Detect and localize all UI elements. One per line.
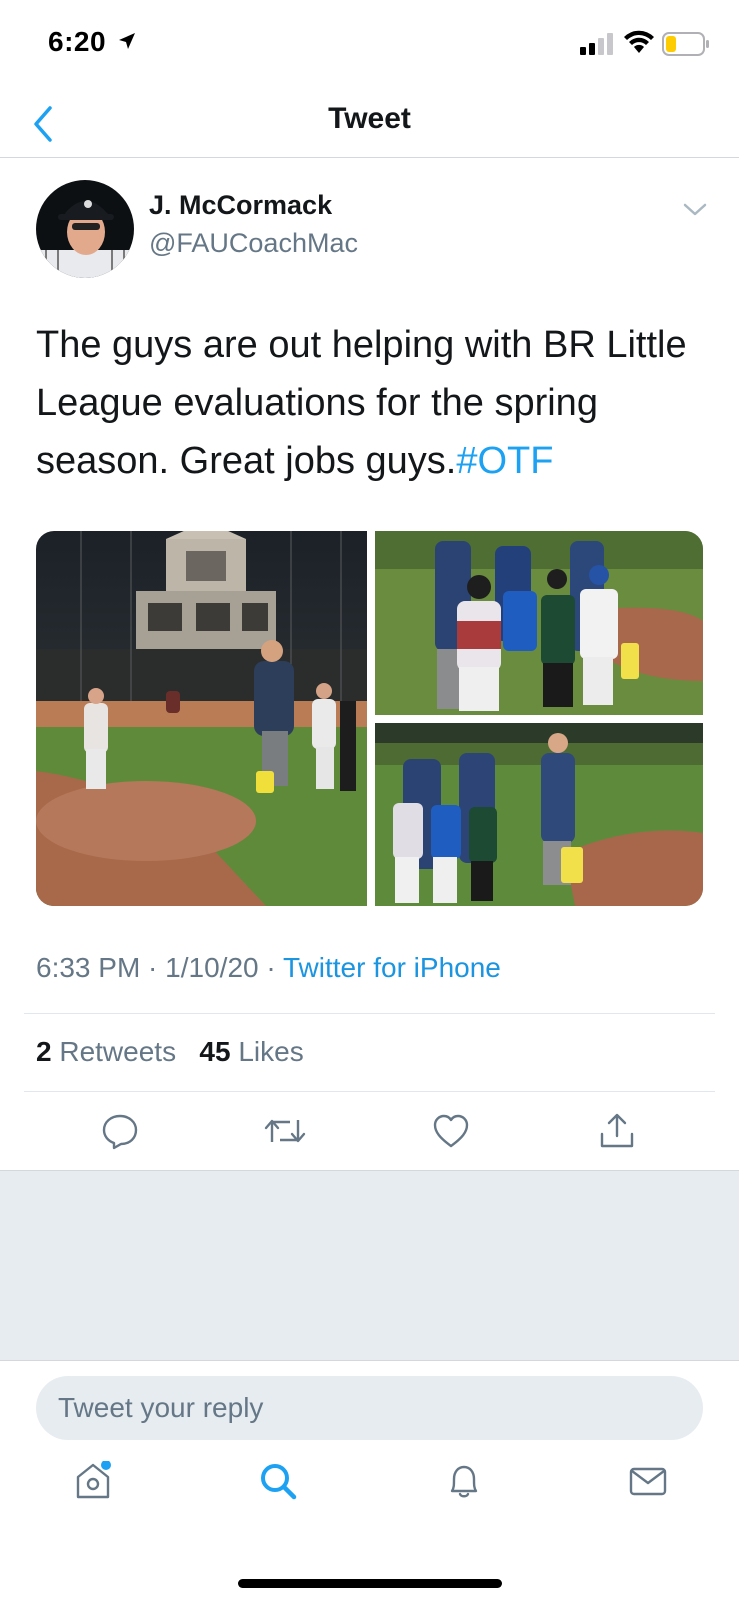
search-icon[interactable] (258, 1461, 298, 1501)
divider (24, 1091, 715, 1092)
author-display-name[interactable]: J. McCormack (149, 190, 332, 221)
home-icon[interactable] (73, 1461, 113, 1501)
likes-stat[interactable]: 45 Likes (199, 1036, 303, 1067)
chevron-down-icon[interactable] (683, 203, 707, 217)
meta-separator: · (140, 952, 166, 983)
media-grid (36, 531, 703, 906)
battery-icon (662, 32, 709, 56)
status-time: 6:20 (48, 26, 107, 57)
tweet-date: 1/10/20 (165, 952, 259, 983)
like-icon[interactable] (432, 1112, 470, 1150)
photo-3[interactable] (375, 723, 703, 906)
home-indicator (238, 1579, 502, 1588)
retweets-stat[interactable]: 2 Retweets (36, 1036, 176, 1067)
photo-1[interactable] (36, 531, 367, 906)
status-bar: 6:20 (0, 0, 739, 90)
wifi-icon (624, 30, 654, 53)
reply-input[interactable] (36, 1376, 703, 1440)
photo-2[interactable] (375, 531, 703, 715)
meta-separator: · (258, 952, 283, 983)
tweet-source-link[interactable]: Twitter for iPhone (283, 952, 501, 983)
tweet-meta: 6:33 PM · 1/10/20 · Twitter for iPhone (36, 952, 501, 984)
bottom-bar (0, 1360, 739, 1600)
reply-icon[interactable] (101, 1112, 139, 1150)
hashtag-link[interactable]: #OTF (456, 440, 553, 482)
tweet-time: 6:33 PM (36, 952, 141, 983)
tweet-body: The guys are out helping with BR Little … (36, 324, 687, 482)
likes-label: Likes (238, 1036, 304, 1067)
location-arrow-icon (119, 33, 135, 49)
page-title: Tweet (328, 102, 411, 135)
divider (24, 1013, 715, 1014)
messages-icon[interactable] (628, 1461, 668, 1501)
author-handle[interactable]: @FAUCoachMac (149, 228, 358, 259)
retweets-count: 2 (36, 1036, 52, 1067)
notifications-icon[interactable] (444, 1461, 484, 1501)
likes-count: 45 (199, 1036, 231, 1067)
retweet-icon[interactable] (264, 1112, 306, 1150)
tweet-stats: 2 Retweets 45 Likes (36, 1036, 304, 1068)
avatar[interactable] (36, 180, 134, 278)
share-icon[interactable] (598, 1112, 636, 1150)
empty-replies-area (0, 1170, 739, 1360)
retweets-label: Retweets (59, 1036, 177, 1067)
signal-icon (580, 33, 613, 55)
tweet-text: The guys are out helping with BR Little … (36, 316, 716, 490)
nav-bar: Tweet (0, 90, 739, 158)
